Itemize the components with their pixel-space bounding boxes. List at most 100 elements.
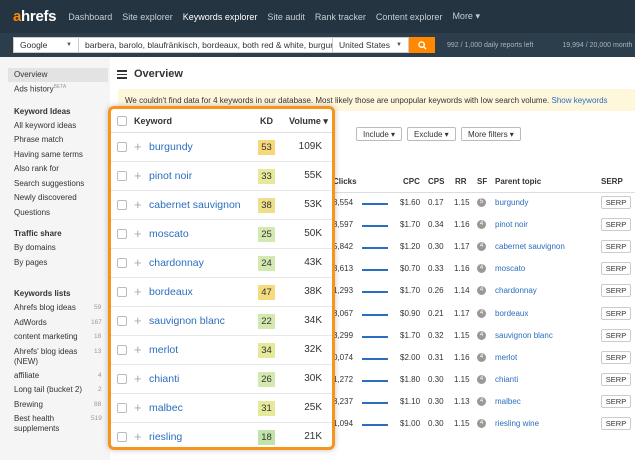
sidebar-item-having-same-terms[interactable]: Having same terms	[14, 150, 83, 159]
parent-topic-link[interactable]: malbec	[495, 397, 521, 406]
add-to-list-icon[interactable]: +	[134, 371, 142, 386]
parent-topic-link[interactable]: pinot noir	[495, 220, 528, 229]
row-checkbox[interactable]	[117, 432, 127, 442]
keyword-link[interactable]: malbec	[149, 402, 183, 414]
row-checkbox[interactable]	[117, 142, 127, 152]
add-to-list-icon[interactable]: +	[134, 139, 142, 154]
add-to-list-icon[interactable]: +	[134, 284, 142, 299]
serp-features-badge[interactable]: 4	[477, 242, 486, 251]
keyword-link[interactable]: merlot	[149, 344, 178, 356]
add-to-list-icon[interactable]: +	[134, 342, 142, 357]
row-checkbox[interactable]	[117, 374, 127, 384]
parent-topic-link[interactable]: riesling wine	[495, 419, 539, 428]
col-parent-topic[interactable]: Parent topic	[495, 177, 541, 186]
sidebar-item-by-pages[interactable]: By pages	[14, 258, 47, 267]
serp-button[interactable]: SERP	[601, 329, 631, 342]
sidebar-item-by-domains[interactable]: By domains	[14, 243, 56, 252]
sidebar-item-all-keyword-ideas[interactable]: All keyword ideas	[14, 121, 76, 130]
row-checkbox[interactable]	[117, 403, 127, 413]
add-to-list-icon[interactable]: +	[134, 197, 142, 212]
add-to-list-icon[interactable]: +	[134, 429, 142, 444]
keyword-link[interactable]: moscato	[149, 228, 189, 240]
search-engine-select[interactable]: Google ▼	[13, 37, 79, 53]
parent-topic-link[interactable]: merlot	[495, 353, 517, 362]
sidebar-item-newly-discovered[interactable]: Newly discovered	[14, 193, 77, 202]
parent-topic-link[interactable]: cabernet sauvignon	[495, 242, 565, 251]
serp-button[interactable]: SERP	[601, 417, 631, 430]
country-select[interactable]: United States ▼	[333, 37, 409, 53]
sidebar-item-search-suggestions[interactable]: Search suggestions	[14, 179, 84, 188]
sidebar-list-item[interactable]: Long tail (bucket 2)	[14, 385, 82, 394]
serp-button[interactable]: SERP	[601, 218, 631, 231]
nav-site-explorer[interactable]: Site explorer	[122, 12, 173, 22]
col-cps[interactable]: CPS	[428, 177, 444, 186]
exclude-filter-button[interactable]: Exclude ▾	[407, 127, 456, 141]
keyword-link[interactable]: chardonnay	[149, 257, 204, 269]
serp-features-badge[interactable]: 4	[477, 220, 486, 229]
add-to-list-icon[interactable]: +	[134, 226, 142, 241]
nav-content-explorer[interactable]: Content explorer	[376, 12, 443, 22]
menu-icon[interactable]	[117, 70, 127, 79]
keyword-link[interactable]: cabernet sauvignon	[149, 199, 241, 211]
serp-features-badge[interactable]: 4	[477, 309, 486, 318]
more-filters-button[interactable]: More filters ▾	[461, 127, 521, 141]
sidebar-list-item[interactable]: affiliate	[14, 371, 39, 380]
serp-features-badge[interactable]: 4	[477, 286, 486, 295]
serp-features-badge[interactable]: 4	[477, 375, 486, 384]
keywords-input[interactable]: barbera, barolo, blaufränkisch, bordeaux…	[79, 37, 333, 53]
serp-button[interactable]: SERP	[601, 262, 631, 275]
keyword-link[interactable]: riesling	[149, 431, 182, 443]
parent-topic-link[interactable]: chardonnay	[495, 286, 537, 295]
sidebar-list-item[interactable]: Ahrefs' blog ideas	[14, 347, 77, 356]
add-to-list-icon[interactable]: +	[134, 400, 142, 415]
serp-button[interactable]: SERP	[601, 373, 631, 386]
col-cpc[interactable]: CPC	[403, 177, 420, 186]
nav-dashboard[interactable]: Dashboard	[68, 12, 112, 22]
serp-features-badge[interactable]: 5	[477, 198, 486, 207]
parent-topic-link[interactable]: burgundy	[495, 198, 528, 207]
sidebar-list-item[interactable]: Best health	[14, 414, 54, 423]
select-all-checkbox[interactable]	[117, 116, 127, 126]
keyword-link[interactable]: bordeaux	[149, 286, 193, 298]
serp-button[interactable]: SERP	[601, 196, 631, 209]
sidebar-list-item[interactable]: AdWords	[14, 318, 47, 327]
row-checkbox[interactable]	[117, 258, 127, 268]
sidebar-item-phrase-match[interactable]: Phrase match	[14, 135, 63, 144]
parent-topic-link[interactable]: bordeaux	[495, 309, 528, 318]
nav-rank-tracker[interactable]: Rank tracker	[315, 12, 366, 22]
parent-topic-link[interactable]: moscato	[495, 264, 525, 273]
nav-keywords-explorer[interactable]: Keywords explorer	[183, 12, 258, 22]
row-checkbox[interactable]	[117, 287, 127, 297]
keyword-link[interactable]: sauvignon blanc	[149, 315, 225, 327]
serp-features-badge[interactable]: 4	[477, 331, 486, 340]
serp-button[interactable]: SERP	[601, 240, 631, 253]
sidebar-item-overview[interactable]: Overview	[14, 70, 47, 79]
sidebar-list-item[interactable]: Ahrefs blog ideas	[14, 303, 76, 312]
col-keyword[interactable]: Keyword	[134, 116, 172, 126]
add-to-list-icon[interactable]: +	[134, 313, 142, 328]
serp-button[interactable]: SERP	[601, 284, 631, 297]
row-checkbox[interactable]	[117, 229, 127, 239]
col-volume[interactable]: Volume ▾	[289, 116, 328, 127]
col-rr[interactable]: RR	[455, 177, 467, 186]
parent-topic-link[interactable]: chianti	[495, 375, 518, 384]
include-filter-button[interactable]: Include ▾	[356, 127, 403, 141]
serp-features-badge[interactable]: 4	[477, 264, 486, 273]
sidebar-list-item[interactable]: Brewing	[14, 400, 43, 409]
sidebar-item-also-rank-for[interactable]: Also rank for	[14, 164, 59, 173]
row-checkbox[interactable]	[117, 316, 127, 326]
row-checkbox[interactable]	[117, 171, 127, 181]
add-to-list-icon[interactable]: +	[134, 255, 142, 270]
search-button[interactable]	[409, 37, 435, 53]
col-clicks[interactable]: Clicks	[333, 177, 357, 186]
col-serp[interactable]: SERP	[601, 177, 623, 186]
row-checkbox[interactable]	[117, 345, 127, 355]
serp-button[interactable]: SERP	[601, 307, 631, 320]
row-checkbox[interactable]	[117, 200, 127, 210]
sidebar-list-item-line2[interactable]: supplements	[14, 424, 59, 433]
ahrefs-logo[interactable]: ahrefs	[13, 8, 57, 25]
add-to-list-icon[interactable]: +	[134, 168, 142, 183]
serp-features-badge[interactable]: 4	[477, 397, 486, 406]
sidebar-list-item-line2[interactable]: (NEW)	[14, 357, 38, 366]
sidebar-list-item[interactable]: content marketing	[14, 332, 78, 341]
